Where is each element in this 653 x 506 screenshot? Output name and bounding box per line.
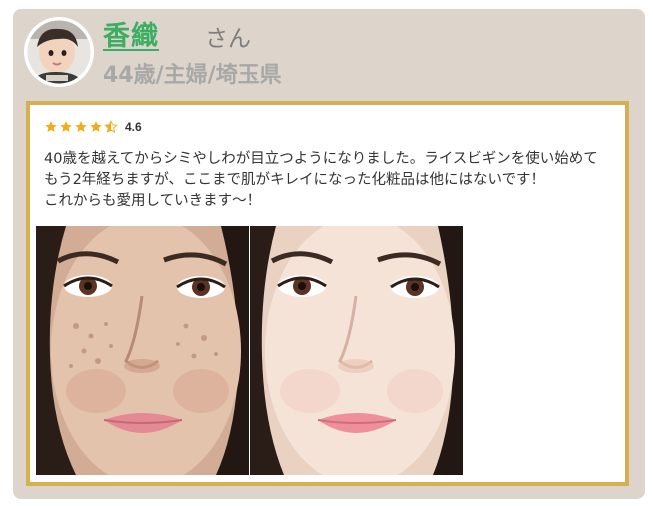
review-box: 4.6 40歳を越えてからシミやしわが目立つようになりました。ライスビギンを使い… (26, 101, 629, 486)
reviewer-name[interactable]: 香織 (103, 22, 159, 52)
review-text-line: これからも愛用していきます〜！ (44, 193, 262, 209)
rating-stars (44, 120, 119, 134)
review-text-line: もう2年経ちますが、ここまで肌がキレイになった化粧品は他にはないです！ (44, 172, 546, 188)
star-icon (75, 121, 87, 132)
star-icon (45, 121, 57, 132)
reviewer-meta: 44歳/主婦/埼玉県 (103, 63, 282, 88)
reviewer-avatar (24, 17, 94, 87)
rating-value: 4.6 (125, 120, 142, 134)
star-icon (60, 121, 72, 132)
before-photo (36, 226, 249, 475)
star-icon (90, 121, 102, 132)
review-text-line: 40歳を越えてからシミやしわが目立つようになりました。ライスビギンを使い始めて (44, 151, 598, 167)
reviewer-honorific: さん (205, 26, 251, 52)
after-photo (250, 226, 463, 475)
rating: 4.6 (44, 119, 142, 135)
star-half-icon (104, 120, 118, 133)
review-text: 40歳を越えてからシミやしわが目立つようになりました。ライスビギンを使い始めて … (44, 149, 624, 212)
